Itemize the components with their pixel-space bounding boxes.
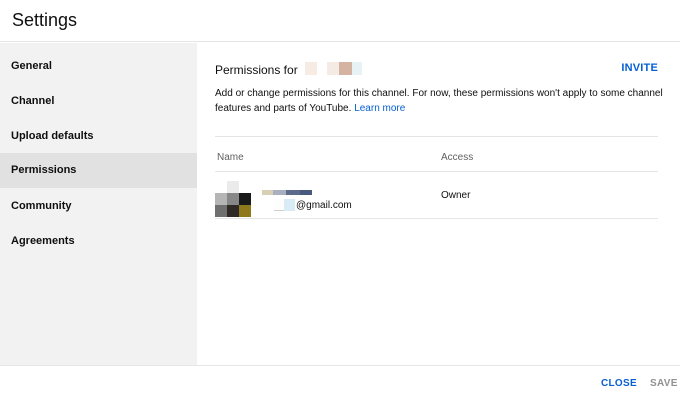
table-top-divider: [215, 136, 658, 137]
sidebar-item-general[interactable]: General: [0, 49, 197, 84]
sidebar-item-upload-defaults[interactable]: Upload defaults: [0, 119, 197, 154]
member-email: @gmail.com: [262, 199, 352, 211]
sidebar-item-agreements[interactable]: Agreements: [0, 224, 197, 259]
member-name-redacted: [262, 190, 312, 195]
sidebar-item-permissions[interactable]: Permissions: [0, 153, 197, 188]
description-text: Add or change permissions for this chann…: [215, 88, 663, 114]
sidebar-item-channel[interactable]: Channel: [0, 84, 197, 119]
settings-sidebar: General Channel Upload defaults Permissi…: [0, 43, 197, 365]
sidebar-item-community[interactable]: Community: [0, 189, 197, 224]
page-title: Settings: [12, 10, 78, 30]
email-suffix: @gmail.com: [296, 199, 352, 211]
header-divider: [215, 171, 658, 172]
settings-header: Settings: [0, 0, 680, 42]
row-divider: [215, 218, 658, 219]
access-level: Owner: [441, 190, 471, 201]
email-redacted: [262, 199, 295, 211]
column-header-name: Name: [217, 152, 244, 163]
column-header-access: Access: [441, 152, 474, 163]
avatar: [215, 181, 251, 217]
permissions-title: Permissions for: [215, 63, 298, 77]
save-button[interactable]: SAVE: [650, 378, 678, 389]
dialog-footer: CLOSE SAVE: [0, 365, 680, 396]
invite-button[interactable]: INVITE: [621, 62, 658, 74]
channel-name-redacted: [305, 62, 362, 75]
close-button[interactable]: CLOSE: [601, 378, 637, 389]
permissions-description: Add or change permissions for this chann…: [215, 86, 665, 116]
permissions-panel: Permissions for INVITE Add or change per…: [197, 43, 680, 365]
learn-more-link[interactable]: Learn more: [354, 103, 405, 114]
